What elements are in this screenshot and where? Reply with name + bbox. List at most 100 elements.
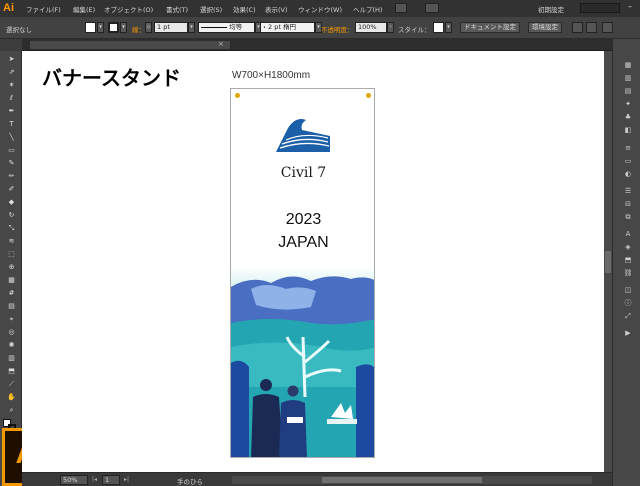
menu-effect[interactable]: 効果(C) — [233, 4, 256, 14]
minimize-icon[interactable]: – — [628, 2, 632, 11]
pen-tool-icon[interactable]: ✒ — [6, 107, 17, 116]
eyedropper-tool-icon[interactable]: ⌖ — [6, 315, 17, 324]
type-tool-icon[interactable]: T — [6, 120, 17, 129]
bridge-icon[interactable] — [395, 3, 407, 13]
lasso-tool-icon[interactable]: ℓ — [6, 94, 17, 103]
blob-brush-tool-icon[interactable]: ✐ — [6, 185, 17, 194]
stroke-weight-dropdown-icon[interactable]: ▾ — [188, 22, 195, 33]
panel-menu-icon[interactable] — [602, 22, 613, 33]
paintbrush-tool-icon[interactable]: ✎ — [6, 159, 17, 168]
align-icon[interactable] — [572, 22, 583, 33]
perspective-grid-tool-icon[interactable]: ▦ — [6, 276, 17, 285]
stroke-stepper[interactable]: ◇ — [145, 22, 152, 33]
zoom-field[interactable]: 50% — [60, 475, 88, 485]
pathfinder-icon[interactable]: ⧉ — [623, 213, 633, 221]
horizontal-scrollbar[interactable] — [232, 476, 592, 484]
fill-dropdown-icon[interactable]: ▾ — [97, 22, 104, 33]
document-setup-button[interactable]: ドキュメント設定 — [460, 22, 520, 33]
character-icon[interactable]: A — [623, 230, 633, 238]
eraser-tool-icon[interactable]: ◆ — [6, 198, 17, 207]
scroll-thumb[interactable] — [605, 251, 611, 273]
brand-name: Civil 7 — [280, 165, 327, 181]
symbols-icon[interactable]: ♣ — [623, 113, 633, 121]
pencil-tool-icon[interactable]: ✏ — [6, 172, 17, 181]
width-tool-icon[interactable]: ≋ — [6, 237, 17, 246]
arrange-documents-icon[interactable] — [425, 3, 439, 13]
gradient-tool-icon[interactable]: ▤ — [6, 302, 17, 311]
zoom-tool-icon[interactable]: ⌕ — [6, 406, 17, 415]
opacity-field[interactable]: 100% — [355, 22, 387, 33]
stroke-panel-icon[interactable]: ≡ — [623, 144, 633, 152]
fill-swatch[interactable] — [85, 22, 96, 33]
grommet-icon — [235, 93, 240, 98]
menu-file[interactable]: ファイル(F) — [26, 4, 61, 14]
artboard-tool-icon[interactable]: ⬒ — [6, 367, 17, 376]
appearance-icon[interactable]: ☰ — [623, 187, 633, 195]
document-tab[interactable] — [30, 41, 230, 49]
search-field[interactable] — [580, 3, 620, 13]
hand-tool-icon[interactable]: ✋ — [6, 393, 17, 402]
grommet-icon — [366, 93, 371, 98]
actions-icon[interactable]: ▶ — [623, 329, 633, 337]
preferences-button[interactable]: 環境設定 — [528, 22, 562, 33]
graphic-style-swatch[interactable] — [433, 22, 444, 33]
info-icon[interactable]: ⓘ — [623, 299, 633, 307]
swatches-icon[interactable]: ▤ — [623, 87, 633, 95]
links-icon[interactable]: ⛓ — [623, 269, 633, 277]
direct-selection-tool-icon[interactable]: ⇗ — [6, 68, 17, 77]
graphic-styles-icon[interactable]: ◧ — [623, 126, 633, 134]
opacity-label[interactable]: 不透明度： — [321, 24, 354, 34]
magic-wand-tool-icon[interactable]: ✶ — [6, 81, 17, 90]
menu-view[interactable]: 表示(V) — [265, 4, 288, 14]
menu-window[interactable]: ウィンドウ(W) — [298, 4, 342, 14]
gradient-panel-icon[interactable]: ▭ — [623, 157, 633, 165]
selection-tool-icon[interactable]: ➤ — [6, 55, 17, 64]
mesh-tool-icon[interactable]: # — [6, 289, 17, 298]
color-guide-icon[interactable]: ▥ — [623, 74, 633, 82]
close-tab-icon[interactable]: × — [218, 40, 224, 48]
slice-tool-icon[interactable]: ⟋ — [6, 380, 17, 389]
menu-object[interactable]: オブジェクト(O) — [104, 4, 153, 14]
panel-dock: ▦ ▥ ▤ ✦ ♣ ◧ ≡ ▭ ◐ ☰ ⊟ ⧉ A ◈ ⬒ ⛓ ◫ ⓘ ⤢ ▶ — [612, 39, 640, 486]
stroke-dropdown-icon[interactable]: ▾ — [120, 22, 127, 33]
opacity-dropdown-icon[interactable]: › — [387, 22, 394, 33]
blend-tool-icon[interactable]: ◎ — [6, 328, 17, 337]
align-panel-icon[interactable]: ⊟ — [623, 200, 633, 208]
rectangle-tool-icon[interactable]: ▭ — [6, 146, 17, 155]
rotate-tool-icon[interactable]: ↻ — [6, 211, 17, 220]
free-transform-tool-icon[interactable]: ⬚ — [6, 250, 17, 259]
brand-logo-icon — [276, 119, 330, 152]
banner-artboard[interactable]: Civil 7 2023 JAPAN — [230, 88, 375, 458]
transform-icon[interactable] — [586, 22, 597, 33]
page-field[interactable]: 1 — [102, 475, 120, 485]
shape-builder-tool-icon[interactable]: ⊕ — [6, 263, 17, 272]
navigator-icon[interactable]: ◫ — [623, 286, 633, 294]
variable-width-profile[interactable]: 均等 — [198, 22, 255, 33]
transform-panel-icon[interactable]: ⤢ — [623, 312, 633, 320]
last-page-icon[interactable]: ▸| — [124, 476, 129, 483]
line-tool-icon[interactable]: ╲ — [6, 133, 17, 142]
brush-definition[interactable]: • 2 pt 楕円 — [260, 22, 315, 33]
stroke-label[interactable]: 線： — [132, 24, 145, 34]
color-panel-icon[interactable]: ▦ — [623, 61, 633, 69]
artboards-icon[interactable]: ⬒ — [623, 256, 633, 264]
scroll-thumb[interactable] — [322, 477, 482, 483]
vertical-scrollbar[interactable] — [604, 51, 612, 472]
stroke-swatch[interactable] — [108, 22, 119, 33]
brushes-icon[interactable]: ✦ — [623, 100, 633, 108]
column-graph-tool-icon[interactable]: ▥ — [6, 354, 17, 363]
graphic-style-dropdown-icon[interactable]: ▾ — [445, 22, 452, 33]
menu-edit[interactable]: 編集(E) — [73, 4, 95, 14]
menu-select[interactable]: 選択(S) — [200, 4, 222, 14]
stroke-weight-field[interactable]: 1 pt — [154, 22, 188, 33]
layers-icon[interactable]: ◈ — [623, 243, 633, 251]
workspace-switcher[interactable]: 初期設定 — [538, 4, 564, 14]
document-tab-strip: × — [22, 39, 612, 51]
symbol-sprayer-tool-icon[interactable]: ✺ — [6, 341, 17, 350]
first-page-icon[interactable]: |◂ — [92, 476, 97, 483]
transparency-icon[interactable]: ◐ — [623, 170, 633, 178]
menu-help[interactable]: ヘルプ(H) — [353, 4, 382, 14]
menu-bar: Ai ファイル(F) 編集(E) オブジェクト(O) 書式(T) 選択(S) 効… — [0, 0, 640, 17]
menu-type[interactable]: 書式(T) — [166, 4, 188, 14]
scale-tool-icon[interactable]: ⤡ — [6, 224, 17, 233]
